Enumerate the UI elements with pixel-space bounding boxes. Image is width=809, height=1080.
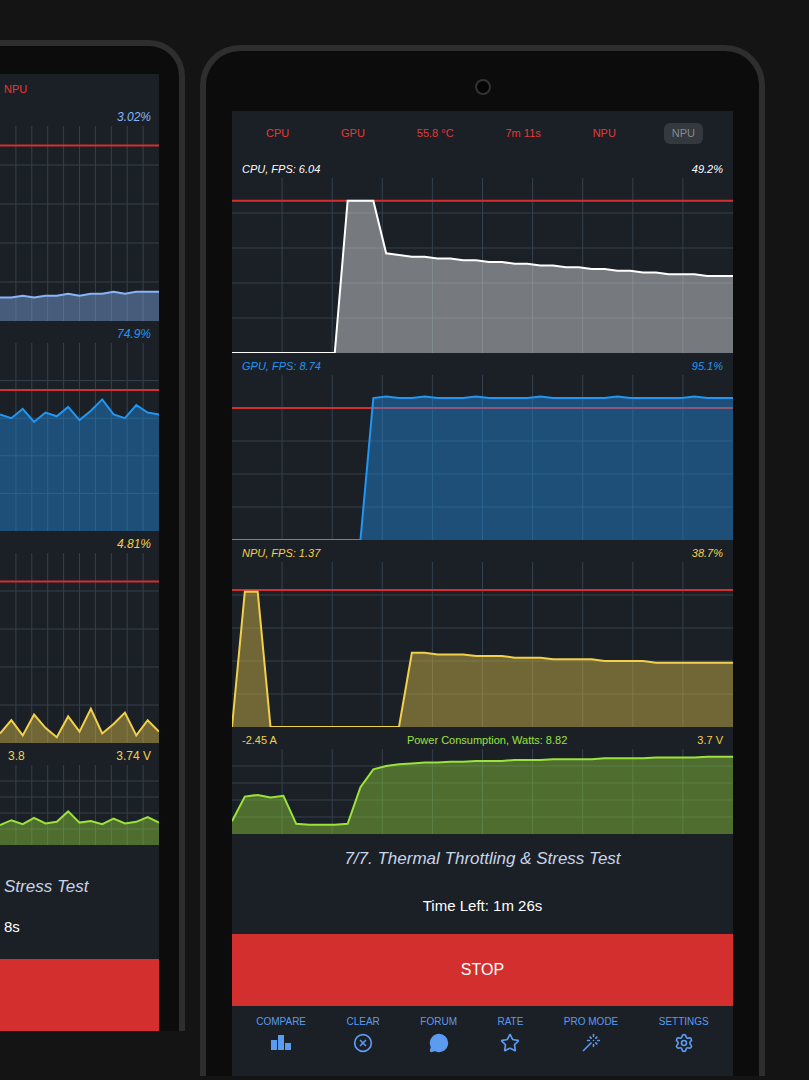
star-icon xyxy=(500,1033,520,1053)
power-chart xyxy=(232,749,733,834)
nav-item[interactable]: RATE xyxy=(495,1014,525,1053)
current-reading: -2.45 A xyxy=(242,735,277,746)
power-series-line xyxy=(232,757,733,825)
cpu-limit-line xyxy=(232,200,733,202)
status-item[interactable]: NPU xyxy=(589,123,620,144)
podium-icon xyxy=(270,1033,292,1051)
wand-icon xyxy=(581,1033,601,1053)
npu-panel: NPU, FPS: 1.37 38.7% xyxy=(232,540,733,727)
nav-item[interactable]: PRO MODE xyxy=(562,1014,620,1053)
power-panel: -2.45 A Power Consumption, Watts: 8.82 3.7… xyxy=(232,727,733,834)
nav-label: SETTINGS xyxy=(659,1014,709,1029)
nav-label: RATE xyxy=(497,1014,523,1029)
left-npu-panel: 4.81% xyxy=(0,531,159,743)
status-item[interactable]: CPU xyxy=(262,123,293,144)
left-npu-chart xyxy=(0,553,159,743)
time-left: Time Left: 1m 26s xyxy=(423,895,543,918)
left-gpu-panel: 74.9% xyxy=(0,321,159,531)
voltage-reading: 3.74 V xyxy=(116,750,151,762)
nav-item[interactable]: CLEAR xyxy=(345,1014,382,1053)
right-phone-screen: CPU GPU 55.8 °C 7m 11s NPU NPU CPU, FPS: 6.04 4… xyxy=(232,111,733,1076)
gpu-series-line xyxy=(232,396,733,540)
nav-label: CLEAR xyxy=(347,1014,380,1029)
left-phone: NPU 3.02% 74.9% 4.81% 3.8 3.74 V Stress Test 8s xyxy=(0,40,185,1031)
left-gpu-series-line xyxy=(0,399,159,422)
photo-of-phones: NPU 3.02% 74.9% 4.81% 3.8 3.74 V Stress Test 8s… xyxy=(0,0,809,1080)
right-phone: CPU GPU 55.8 °C 7m 11s NPU NPU CPU, FPS: 6.04 4… xyxy=(200,45,765,1076)
gpu-panel: GPU, FPS: 8.74 95.1% xyxy=(232,353,733,540)
chart-title: CPU, FPS: 6.04 xyxy=(242,164,320,175)
npu-series-line xyxy=(232,592,733,727)
left-cpu-series-line xyxy=(0,292,159,298)
nav-label: FORUM xyxy=(420,1014,457,1029)
test-step: 7/7. Thermal Throttling & Stress Test xyxy=(344,846,620,872)
nav-item[interactable]: COMPARE xyxy=(254,1014,308,1051)
npu-chart xyxy=(232,562,733,727)
status-bar: CPU GPU 55.8 °C 7m 11s NPU NPU xyxy=(232,111,733,156)
left-power-panel: 3.8 3.74 V xyxy=(0,743,159,845)
front-camera-icon xyxy=(475,79,491,95)
left-cpu-chart xyxy=(0,126,159,321)
chart-reading: 38.7% xyxy=(692,548,723,559)
gear-icon xyxy=(674,1033,694,1053)
status-item[interactable]: NPU xyxy=(664,123,703,144)
left-status-bar: NPU xyxy=(0,74,159,104)
clear-circle-icon xyxy=(353,1033,373,1053)
chart-reading: 4.81% xyxy=(117,538,151,550)
cpu-series-line xyxy=(232,201,733,353)
left-cpu-panel: 3.02% xyxy=(0,104,159,321)
bottom-nav: COMPARE CLEAR FORUM RATE PRO MODE SETTINGS xyxy=(232,1006,733,1076)
left-power-chart xyxy=(0,765,159,845)
left-gpu-limit-line xyxy=(0,389,159,391)
nav-item[interactable]: FORUM xyxy=(418,1014,459,1053)
left-npu-series-line xyxy=(0,709,159,738)
chart-reading: 3.02% xyxy=(117,111,151,123)
nav-label: PRO MODE xyxy=(564,1014,618,1029)
status-label: NPU xyxy=(4,81,27,98)
power-title: Power Consumption, Watts: 8.82 xyxy=(407,735,567,746)
current-reading: 3.8 xyxy=(8,750,25,762)
chart-reading: 49.2% xyxy=(692,164,723,175)
left-cpu-limit-line xyxy=(0,145,159,147)
nav-label: COMPARE xyxy=(256,1014,306,1029)
voltage-reading: 3.7 V xyxy=(697,735,723,746)
test-name: Stress Test xyxy=(4,874,88,900)
cpu-panel: CPU, FPS: 6.04 49.2% xyxy=(232,156,733,353)
chart-reading: 74.9% xyxy=(117,328,151,340)
nav-item[interactable]: SETTINGS xyxy=(657,1014,711,1053)
chat-bubble-icon xyxy=(429,1033,449,1053)
left-phone-screen: NPU 3.02% 74.9% 4.81% 3.8 3.74 V Stress Test 8s xyxy=(0,74,159,1031)
chart-title: GPU, FPS: 8.74 xyxy=(242,361,321,372)
left-gpu-chart xyxy=(0,343,159,531)
time-left: 8s xyxy=(4,916,20,939)
cpu-chart xyxy=(232,178,733,353)
stop-button[interactable] xyxy=(0,959,159,1031)
left-power-series-line xyxy=(0,811,159,825)
status-item[interactable]: GPU xyxy=(337,123,369,144)
status-item[interactable]: 55.8 °C xyxy=(413,123,458,144)
chart-title: NPU, FPS: 1.37 xyxy=(242,548,320,559)
gpu-chart xyxy=(232,375,733,540)
npu-limit-line xyxy=(232,589,733,591)
left-npu-limit-line xyxy=(0,581,159,583)
status-item[interactable]: 7m 11s xyxy=(502,123,545,144)
stop-button[interactable]: STOP xyxy=(232,934,733,1006)
chart-reading: 95.1% xyxy=(692,361,723,372)
